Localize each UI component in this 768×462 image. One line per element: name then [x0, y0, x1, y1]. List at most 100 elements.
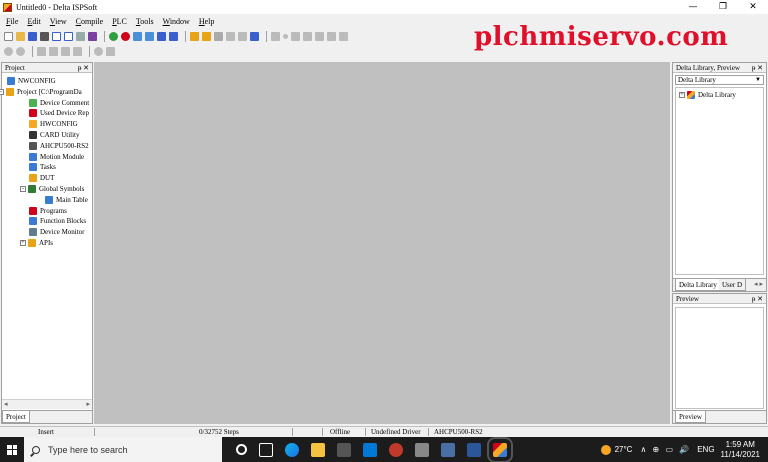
search-icon: [32, 445, 40, 454]
project-panel: Project ᵽ ✕ NWCONFIG - Project [C:\Program…: [0, 62, 93, 424]
project-tree-item[interactable]: Device Monitor: [29, 227, 85, 237]
project-tree-item[interactable]: Used Device Rep: [29, 108, 89, 118]
close-button[interactable]: ✕: [738, 0, 768, 14]
library-panel: Delta Library, Preview ᵽ ✕ Delta Library…: [672, 62, 767, 292]
project-tree-item[interactable]: NWCONFIG: [7, 76, 56, 86]
task-view-icon[interactable]: [259, 442, 273, 457]
save-icon[interactable]: [28, 31, 37, 41]
window-title: Untitled0 - Delta ISPSoft: [16, 2, 98, 12]
menu-help[interactable]: Help: [199, 17, 215, 26]
project-tree-item[interactable]: - Global Symbols: [20, 184, 84, 194]
tree-node-icon: [29, 98, 37, 107]
menu-compile[interactable]: Compile: [76, 17, 104, 26]
project-tree-item[interactable]: - Project [C:\ProgramDa: [0, 87, 82, 97]
tab-project[interactable]: Project: [2, 411, 30, 423]
project-tree-item[interactable]: HWCONFIG: [29, 119, 78, 129]
editor-workspace[interactable]: [94, 62, 670, 424]
tree-node-icon: [29, 120, 37, 129]
run-icon[interactable]: [109, 31, 118, 41]
layout-icon[interactable]: [52, 31, 61, 41]
ispsoft-taskbar-icon[interactable]: [487, 436, 513, 462]
pin-close-icon[interactable]: ᵽ ✕: [78, 64, 89, 72]
tree-node-icon: [28, 239, 36, 247]
menu-window[interactable]: Window: [163, 17, 190, 26]
weather-icon[interactable]: [600, 444, 611, 455]
paste-icon: [61, 46, 70, 56]
print-icon[interactable]: [40, 31, 49, 41]
key-icon[interactable]: [202, 31, 211, 41]
collapse-icon[interactable]: -: [20, 186, 26, 192]
store-icon[interactable]: [337, 442, 351, 457]
app-icon[interactable]: [415, 442, 429, 457]
network-icon[interactable]: [250, 31, 259, 41]
taskbar-search[interactable]: Type here to search: [24, 437, 222, 462]
horizontal-scrollbar[interactable]: ◂ ▸: [2, 399, 92, 409]
word-icon[interactable]: [467, 442, 481, 457]
scroll-left-icon[interactable]: ◂: [4, 400, 8, 410]
pin-close-icon[interactable]: ᵽ ✕: [752, 295, 763, 303]
minimize-button[interactable]: —: [678, 0, 708, 14]
start-button[interactable]: [0, 437, 24, 462]
menu-file[interactable]: File: [6, 17, 18, 26]
project-tree-item[interactable]: Main Table: [45, 195, 88, 205]
expand-icon[interactable]: +: [20, 240, 26, 246]
project-tree-item[interactable]: + APIs: [20, 238, 53, 248]
download-icon[interactable]: [133, 31, 142, 41]
grid-icon[interactable]: [214, 31, 223, 41]
open-folder-icon[interactable]: [16, 31, 25, 41]
collapse-icon[interactable]: -: [0, 88, 4, 95]
cortana-icon[interactable]: [236, 444, 247, 455]
project-tree-item[interactable]: AHCPU500-RS2: [29, 141, 89, 151]
tray-icons[interactable]: ∧ ⊕ ▭ 🔊: [640, 445, 691, 454]
layout-split-icon[interactable]: [64, 31, 73, 41]
comm-icon[interactable]: [238, 31, 247, 41]
project-tree-label: Project [C:\ProgramDa: [17, 87, 82, 96]
menu-view[interactable]: View: [50, 17, 67, 26]
app-icon[interactable]: [441, 442, 455, 457]
expand-icon[interactable]: +: [679, 92, 685, 98]
project-tree-item[interactable]: Programs: [29, 206, 67, 216]
library-select[interactable]: Delta Library ▼: [675, 75, 764, 85]
online-monitor-icon[interactable]: [169, 31, 178, 41]
project-tree-item[interactable]: Function Blocks: [29, 216, 86, 226]
cut-icon: [37, 46, 46, 56]
scroll-right-icon[interactable]: ▸: [86, 400, 90, 410]
project-tree-item[interactable]: Device Comment: [29, 98, 89, 108]
window-icon[interactable]: [76, 31, 85, 41]
disabled-tool-icon: [4, 46, 13, 56]
edge-icon[interactable]: [285, 442, 299, 457]
library-tree-item[interactable]: + Delta Library: [679, 90, 736, 100]
menu-tools[interactable]: Tools: [136, 17, 154, 26]
project-tree-item[interactable]: Motion Module: [29, 152, 84, 162]
stop-icon[interactable]: [121, 31, 130, 41]
language-indicator[interactable]: ENG: [697, 445, 714, 454]
project-tree-item[interactable]: Tasks: [29, 162, 56, 172]
tab-preview[interactable]: Preview: [675, 411, 706, 423]
mail-icon[interactable]: [363, 442, 377, 457]
device-icon[interactable]: [226, 31, 235, 41]
tab-user-defined[interactable]: User D: [719, 279, 747, 291]
pin-close-icon[interactable]: ᵽ ✕: [752, 64, 763, 72]
file-explorer-icon[interactable]: [311, 442, 325, 457]
weather-temp[interactable]: 27°C: [615, 445, 633, 454]
project-tree-item[interactable]: CARD Utility: [29, 130, 79, 140]
tree-node-icon: [29, 217, 37, 226]
menu-edit[interactable]: Edit: [27, 17, 40, 26]
compare-icon[interactable]: [157, 31, 166, 41]
chevron-down-icon[interactable]: ▼: [755, 76, 761, 85]
tab-scroll-arrows-icon[interactable]: ◂ ▸: [754, 280, 763, 288]
library-icon[interactable]: [88, 31, 97, 41]
project-tree-item[interactable]: DUT: [29, 173, 54, 183]
disabled-tool-icon: [271, 31, 280, 41]
wrench-icon[interactable]: [190, 31, 199, 41]
replace-icon: [106, 46, 115, 56]
menu-plc[interactable]: PLC: [112, 17, 127, 26]
toolbar-separator: [185, 30, 186, 42]
clock[interactable]: 1:59 AM 11/14/2021: [721, 440, 760, 460]
tab-delta-library[interactable]: Delta Library: [675, 279, 721, 291]
maximize-button[interactable]: ❐: [708, 0, 738, 14]
preview-panel: Preview ᵽ ✕ Preview: [672, 293, 767, 424]
app-icon[interactable]: [389, 442, 403, 457]
upload-icon[interactable]: [145, 31, 154, 41]
new-file-icon[interactable]: [4, 31, 13, 41]
